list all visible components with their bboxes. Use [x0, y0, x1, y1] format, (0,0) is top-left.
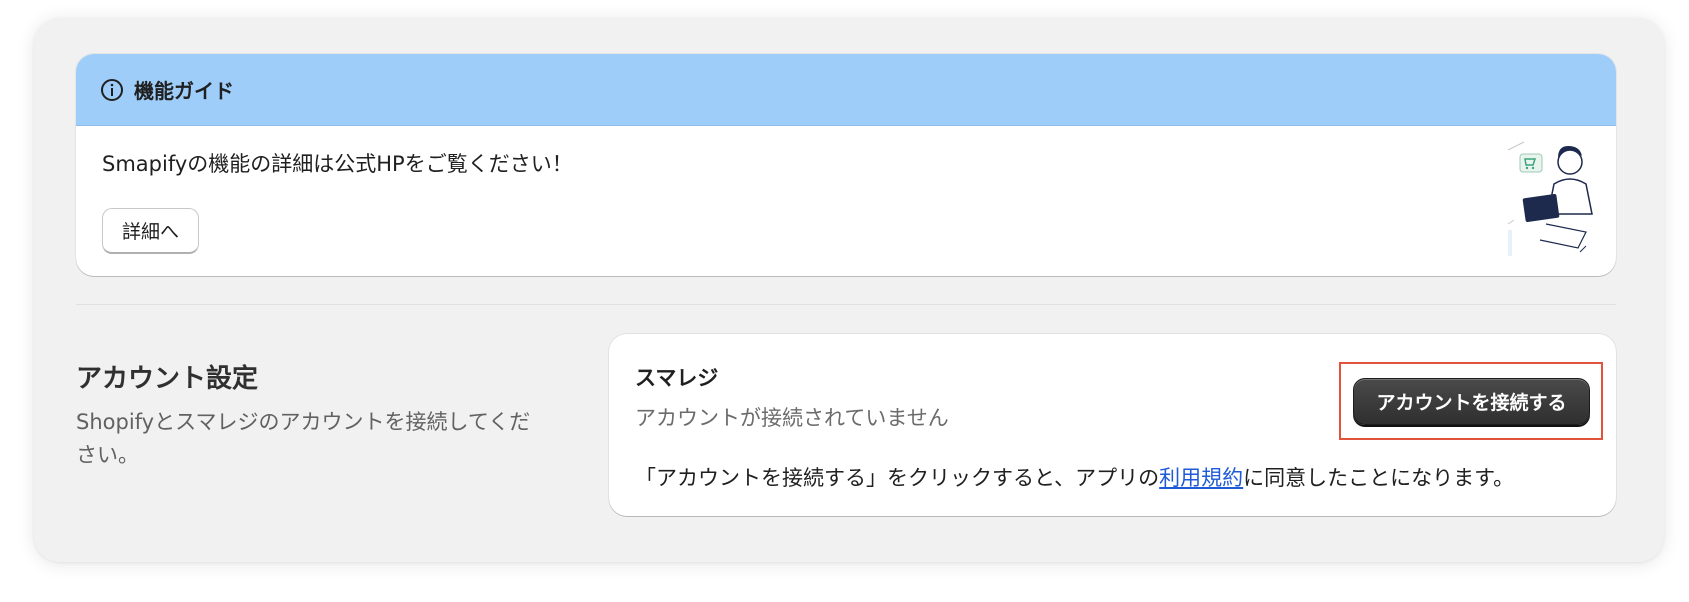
terms-notice: 「アカウントを接続する」をクリックすると、アプリの利用規約に同意したことになりま…	[635, 462, 1514, 492]
card-title: スマレジ	[635, 366, 719, 390]
connection-status: アカウントが接続されていません	[635, 406, 949, 430]
terms-suffix: に同意したことになります。	[1243, 466, 1515, 490]
person-laptop-illustration	[1507, 141, 1593, 256]
info-icon	[100, 78, 124, 102]
banner-title: 機能ガイド	[134, 79, 234, 103]
terms-prefix: 「アカウントを接続する」をクリックすると、アプリの	[635, 466, 1160, 490]
banner-text: Smapifyの機能の詳細は公式HPをご覧ください！	[102, 152, 573, 176]
details-button[interactable]: 詳細へ	[102, 208, 200, 254]
account-settings-description: Shopifyとスマレジのアカウントを接続してください。	[76, 410, 531, 467]
section-divider	[76, 304, 1616, 305]
account-settings-title: アカウント設定	[76, 364, 259, 394]
connect-account-button[interactable]: アカウントを接続する	[1353, 378, 1590, 425]
terms-of-service-link[interactable]: 利用規約	[1159, 466, 1243, 490]
banner-body: Smapifyの機能の詳細は公式HPをご覧ください！ 詳細へ	[76, 126, 1616, 276]
banner-header: 機能ガイド	[76, 54, 1616, 126]
feature-guide-banner: 機能ガイド Smapifyの機能の詳細は公式HPをご覧ください！ 詳細へ	[76, 54, 1616, 276]
